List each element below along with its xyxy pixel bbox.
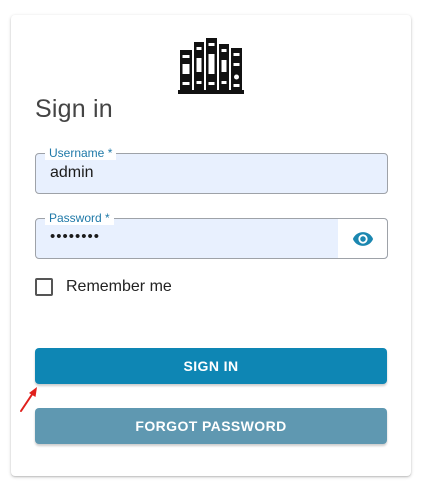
sign-in-button[interactable]: SIGN IN <box>35 348 387 384</box>
remember-me-checkbox[interactable] <box>35 278 53 296</box>
eye-icon[interactable] <box>352 228 374 250</box>
books-logo-icon <box>178 38 244 94</box>
password-label: Password * <box>45 211 114 225</box>
password-field[interactable]: Password * •••••••• <box>35 211 388 259</box>
username-value[interactable]: admin <box>50 164 94 182</box>
password-value[interactable]: •••••••• <box>50 228 100 245</box>
show-password-button[interactable] <box>338 219 387 258</box>
forgot-password-button[interactable]: FORGOT PASSWORD <box>35 408 387 444</box>
login-card: Sign in Username * admin Password * ••••… <box>11 15 411 476</box>
username-label: Username * <box>45 146 117 160</box>
page-title: Sign in <box>35 95 113 123</box>
red-arrow-pointer <box>20 387 37 412</box>
remember-me[interactable]: Remember me <box>35 277 172 297</box>
remember-me-label[interactable]: Remember me <box>66 278 172 296</box>
username-field[interactable]: Username * admin <box>35 146 388 194</box>
